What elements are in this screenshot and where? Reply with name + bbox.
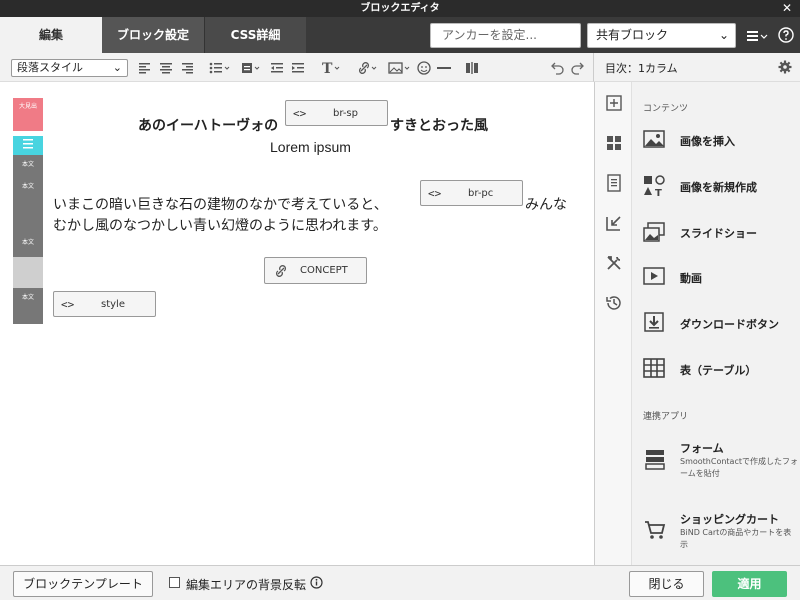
section-title-contents: コンテンツ bbox=[643, 104, 689, 114]
block-marker-body-label: 本文 bbox=[21, 239, 34, 246]
heading-text: すきとおった風 bbox=[390, 118, 488, 134]
tab-css-details[interactable]: CSS詳細 bbox=[204, 17, 306, 53]
download-icon bbox=[643, 312, 665, 332]
svg-text:T: T bbox=[655, 188, 662, 197]
insert-image-item[interactable]: 画像を挿入 bbox=[632, 119, 800, 159]
link-icon bbox=[274, 263, 290, 279]
text-style-icon[interactable]: T bbox=[321, 60, 345, 76]
close-icon[interactable]: ✕ bbox=[782, 0, 792, 17]
chevron-down-icon: ⌄ bbox=[112, 61, 122, 74]
image-icon bbox=[643, 129, 665, 149]
download-button-item[interactable]: ダウンロードボタン bbox=[632, 302, 800, 342]
format-toolbar: 段落スタイル ⌄ T bbox=[0, 53, 593, 82]
block-marker-link[interactable] bbox=[13, 257, 43, 288]
br-sp-tag[interactable]: <> br-sp bbox=[285, 100, 388, 126]
redo-icon[interactable] bbox=[570, 60, 586, 76]
image-icon[interactable] bbox=[387, 60, 413, 76]
contents-panel: コンテンツ 画像を挿入 T 画像を新規作成 スライドショー 動画 ダウンロードボ… bbox=[632, 82, 800, 565]
heading-text: あのイーハトーヴォの bbox=[138, 118, 279, 134]
document-icon[interactable] bbox=[605, 174, 623, 192]
window-titlebar: ブロックエディタ ✕ bbox=[0, 0, 800, 17]
slideshow-item[interactable]: スライドショー bbox=[632, 211, 800, 251]
section-title-apps: 連携アプリ bbox=[643, 412, 689, 422]
history-icon[interactable] bbox=[605, 294, 623, 312]
svg-text:T: T bbox=[322, 61, 333, 76]
block-marker-list[interactable] bbox=[13, 136, 43, 155]
tab-block-settings[interactable]: ブロック設定 bbox=[102, 17, 204, 53]
new-image-icon: T bbox=[643, 175, 665, 197]
block-format-icon[interactable] bbox=[240, 60, 264, 76]
video-icon bbox=[643, 266, 665, 286]
style-tag[interactable]: <> style bbox=[53, 291, 156, 317]
parts-grid-icon[interactable] bbox=[605, 134, 623, 152]
align-right-icon[interactable] bbox=[179, 60, 195, 76]
body-text: みんな bbox=[525, 197, 567, 213]
body-text: むかし風のなつかしい青い幻燈のように思われます。 bbox=[53, 218, 387, 234]
block-marker-body[interactable]: 本文 bbox=[13, 288, 43, 324]
block-marker-heading[interactable]: 大見出 bbox=[13, 98, 43, 131]
tools-icon[interactable] bbox=[605, 254, 623, 272]
bullet-list-icon[interactable] bbox=[208, 60, 232, 76]
concept-link-button[interactable]: CONCEPT bbox=[264, 257, 367, 284]
code-icon: <> bbox=[61, 298, 75, 311]
panel-header-title: 目次：1カラム bbox=[605, 62, 678, 75]
gear-icon[interactable] bbox=[778, 60, 792, 74]
code-icon: <> bbox=[428, 187, 442, 200]
subheading-text: Lorem ipsum bbox=[270, 139, 351, 155]
shared-block-value: 共有ブロック bbox=[596, 28, 669, 42]
shopping-cart-app-item[interactable]: ショッピングカート BiND Cartの商品やカートを表示 bbox=[632, 511, 800, 561]
video-item[interactable]: 動画 bbox=[632, 256, 800, 296]
body-text: いまこの暗い巨きな石の建物のなかで考えていると、 bbox=[53, 197, 388, 213]
panel-icon-rail bbox=[594, 82, 632, 565]
anchor-input[interactable]: アンカーを設定... bbox=[430, 23, 581, 48]
add-block-icon[interactable] bbox=[605, 94, 623, 112]
shared-block-select[interactable]: 共有ブロック ⌄ bbox=[587, 23, 736, 48]
apply-button[interactable]: 適用 bbox=[712, 571, 787, 597]
code-icon: <> bbox=[293, 107, 307, 120]
table-item[interactable]: 表（テーブル） bbox=[632, 348, 800, 388]
emoji-icon[interactable] bbox=[416, 60, 432, 76]
window-title: ブロックエディタ bbox=[360, 3, 440, 14]
indent-icon[interactable] bbox=[290, 60, 306, 76]
br-pc-tag[interactable]: <> br-pc bbox=[420, 180, 523, 206]
align-left-icon[interactable] bbox=[137, 60, 153, 76]
invert-background-checkbox[interactable] bbox=[169, 577, 180, 588]
undo-icon[interactable] bbox=[549, 60, 565, 76]
slideshow-icon bbox=[643, 221, 665, 242]
form-icon bbox=[644, 448, 666, 470]
paragraph-style-value: 段落スタイル bbox=[17, 61, 83, 74]
link-icon[interactable] bbox=[357, 60, 381, 76]
horizontal-rule-icon[interactable] bbox=[436, 60, 452, 76]
outdent-icon[interactable] bbox=[269, 60, 285, 76]
chevron-down-icon: ⌄ bbox=[718, 28, 729, 42]
table-icon bbox=[643, 358, 665, 378]
columns-icon[interactable] bbox=[464, 60, 480, 76]
block-marker-body[interactable]: 本文 bbox=[13, 155, 43, 175]
close-button[interactable]: 閉じる bbox=[629, 571, 704, 597]
block-structure-bar: 大見出 本文 本文 本文 本文 bbox=[13, 98, 43, 324]
invert-background-label: 編集エリアの背景反転 bbox=[186, 578, 307, 592]
help-icon[interactable] bbox=[778, 27, 794, 43]
menu-icon[interactable] bbox=[746, 27, 770, 45]
editor-area[interactable]: あのイーハトーヴォの <> br-sp すきとおった風 Lorem ipsum … bbox=[45, 82, 593, 565]
panel-header: 目次：1カラム bbox=[593, 53, 800, 82]
tab-edit[interactable]: 編集 bbox=[0, 17, 102, 53]
import-icon[interactable] bbox=[605, 214, 623, 232]
paragraph-style-select[interactable]: 段落スタイル ⌄ bbox=[11, 59, 128, 77]
form-app-item[interactable]: フォーム SmoothContactで作成したフォームを貼付 bbox=[632, 440, 800, 490]
info-icon[interactable] bbox=[310, 576, 323, 589]
align-center-icon[interactable] bbox=[158, 60, 174, 76]
block-template-button[interactable]: ブロックテンプレート bbox=[13, 571, 153, 597]
cart-icon bbox=[644, 519, 666, 541]
create-image-item[interactable]: T 画像を新規作成 bbox=[632, 165, 800, 205]
footer-bar: ブロックテンプレート 編集エリアの背景反転 閉じる 適用 bbox=[0, 565, 800, 600]
